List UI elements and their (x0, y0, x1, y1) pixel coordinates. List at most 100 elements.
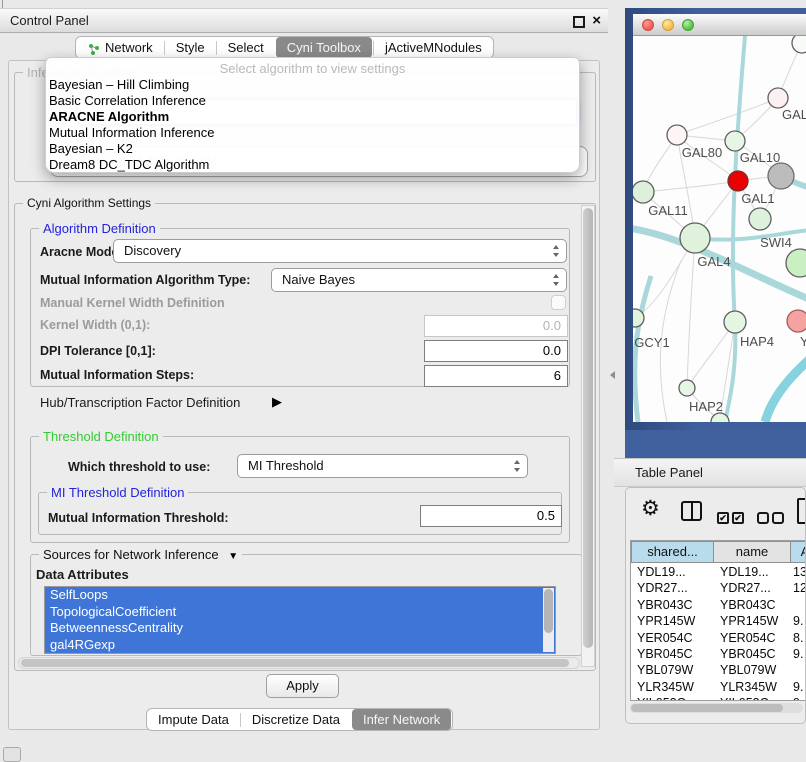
close-icon[interactable]: × (592, 12, 601, 30)
gear-icon[interactable]: ⚙ (641, 496, 660, 521)
mi-steps-field[interactable]: 6 (424, 365, 568, 387)
attributes-list-scrollbar-thumb[interactable] (544, 589, 553, 633)
hub-definition-label[interactable]: Hub/Transcription Factor Definition (40, 395, 240, 410)
list-item-topologicalcoefficient[interactable]: TopologicalCoefficient (45, 604, 555, 621)
algorithm-option-aracne[interactable]: ARACNE Algorithm (46, 109, 579, 125)
aracne-mode-label: Aracne Mode: (40, 245, 123, 259)
table-horizontal-scrollbar-thumb[interactable] (631, 704, 783, 712)
node-swi4[interactable] (749, 208, 771, 230)
node-salmon[interactable] (787, 310, 806, 332)
algorithm-option-mutual-information[interactable]: Mutual Information Inference (46, 125, 579, 141)
data-attributes-list: SelfLoops TopologicalCoefficient Between… (44, 586, 556, 654)
node-partial-right[interactable] (786, 249, 806, 277)
sources-collapse-icon[interactable]: ▼ (228, 551, 238, 562)
algorithm-option-basic-correlation[interactable]: Basic Correlation Inference (46, 93, 579, 109)
network-canvas[interactable]: GAL80 GAL10 GAL1 GAL11 SWI4 GAL4 GCY1 HA… (633, 36, 806, 422)
mac-zoom-button[interactable] (682, 19, 694, 31)
mi-threshold-definition-title: MI Threshold Definition (47, 485, 188, 500)
attributes-list-scrollbar[interactable] (543, 588, 554, 652)
settings-horizontal-scrollbar-thumb[interactable] (21, 659, 569, 667)
settings-vertical-scrollbar[interactable] (581, 205, 595, 667)
tab-infer-network[interactable]: Infer Network (352, 709, 451, 730)
unchecked-checkbox-icon[interactable] (772, 512, 784, 524)
label-hap4: HAP4 (740, 334, 774, 349)
table-row[interactable]: YPR145W YPR145W 9. (631, 614, 806, 631)
tab-infer-network-label: Infer Network (363, 709, 440, 730)
list-item-selfloops[interactable]: SelfLoops (45, 587, 555, 604)
columns-icon[interactable] (681, 501, 702, 521)
list-item-betweennesscentrality[interactable]: BetweennessCentrality (45, 620, 555, 637)
stepper-up-icon (553, 274, 559, 278)
table-horizontal-scrollbar[interactable] (630, 703, 803, 713)
mac-minimize-button[interactable] (662, 19, 674, 31)
aracne-mode-combobox[interactable]: Discovery (113, 239, 567, 263)
node-partial-top[interactable] (792, 36, 806, 53)
table-row[interactable]: YBR043C YBR043C (631, 598, 806, 615)
mac-close-button[interactable] (642, 19, 654, 31)
network-window-titlebar[interactable] (633, 14, 806, 36)
tab-discretize-data[interactable]: Discretize Data (241, 709, 351, 730)
list-item-gal4rgexp[interactable]: gal4RGexp (45, 637, 555, 654)
network-graph-icon (87, 41, 100, 54)
node-hap2[interactable] (679, 380, 695, 396)
tab-select[interactable]: Select (217, 37, 275, 58)
control-panel-title: Control Panel (10, 13, 89, 28)
table-row[interactable]: YBL079W YBL079W (631, 663, 806, 680)
algorithm-option-dream8[interactable]: Dream8 DC_TDC Algorithm (46, 157, 579, 173)
minimized-panel-icon[interactable] (3, 747, 21, 762)
kernel-width-field[interactable]: 0.0 (424, 315, 568, 337)
algorithm-option-bayesian-hill-climbing[interactable]: Bayesian – Hill Climbing (46, 77, 579, 93)
table-row[interactable]: YLR345W YLR345W 9. (631, 680, 806, 697)
cell-name: YBR043C (720, 598, 776, 612)
tab-jactivemnodules[interactable]: jActiveMNodules (374, 37, 493, 58)
cell-name: YPR145W (720, 614, 778, 628)
settings-horizontal-scrollbar[interactable] (18, 657, 580, 669)
node-gal4[interactable] (680, 223, 710, 253)
node-gal1-red[interactable] (728, 171, 748, 191)
which-threshold-combobox[interactable]: MI Threshold (237, 454, 528, 478)
table-row[interactable]: YDR27... YDR27... 12 (631, 581, 806, 598)
table-panel-window: ⚙ ✔ ✔ shared... name A YDL19... YDL19...… (625, 487, 806, 724)
node-gal-partial[interactable] (768, 88, 788, 108)
table-row[interactable]: YIL052C YIL052C 9 (631, 696, 806, 701)
node-gal11[interactable] (633, 181, 654, 203)
sources-title[interactable]: Sources for Network Inference ▼ (39, 547, 242, 564)
label-swi4: SWI4 (760, 235, 792, 250)
apply-button[interactable]: Apply (266, 674, 339, 698)
manual-kernel-width-checkbox[interactable] (551, 295, 566, 310)
document-icon[interactable] (797, 498, 806, 524)
cell-value: 13 (793, 565, 806, 579)
cell-shared-name: YER054C (637, 631, 693, 645)
network-nodes[interactable] (633, 36, 806, 422)
float-window-icon[interactable] (573, 16, 585, 28)
unchecked-checkbox-icon[interactable] (757, 512, 769, 524)
panel-splitter-handle[interactable] (610, 371, 615, 379)
node-gal10[interactable] (725, 131, 745, 151)
table-row[interactable]: YBR045C YBR045C 9. (631, 647, 806, 664)
column-header-partial[interactable]: A (790, 541, 806, 563)
top-left-tick (2, 0, 3, 8)
cell-value: 9 (793, 696, 800, 701)
node-gray[interactable] (768, 163, 794, 189)
tab-network[interactable]: Network (76, 37, 164, 58)
node-gal80[interactable] (667, 125, 687, 145)
table-row[interactable]: YER054C YER054C 8. (631, 631, 806, 648)
algorithm-option-bayesian-k2[interactable]: Bayesian – K2 (46, 141, 579, 157)
column-header-shared-name[interactable]: shared... (631, 541, 714, 563)
tab-impute-data[interactable]: Impute Data (147, 709, 240, 730)
checked-checkbox-icon[interactable]: ✔ (717, 512, 729, 524)
settings-scrollbar-thumb[interactable] (583, 208, 593, 648)
table-row[interactable]: YDL19... YDL19... 13 (631, 565, 806, 582)
label-gal1: GAL1 (741, 191, 774, 206)
hub-expand-icon[interactable]: ▶ (272, 394, 282, 410)
tab-style[interactable]: Style (165, 37, 216, 58)
mi-threshold-field[interactable]: 0.5 (420, 505, 562, 527)
aracne-mode-value: Discovery (124, 240, 181, 262)
column-header-name[interactable]: name (713, 541, 791, 563)
node-hap4[interactable] (724, 311, 746, 333)
mi-algorithm-type-combobox[interactable]: Naive Bayes (271, 268, 567, 292)
dpi-tolerance-field[interactable]: 0.0 (424, 340, 568, 362)
tab-cyni-toolbox[interactable]: Cyni Toolbox (276, 37, 372, 58)
checked-checkbox-icon[interactable]: ✔ (732, 512, 744, 524)
cell-name: YBR045C (720, 647, 776, 661)
